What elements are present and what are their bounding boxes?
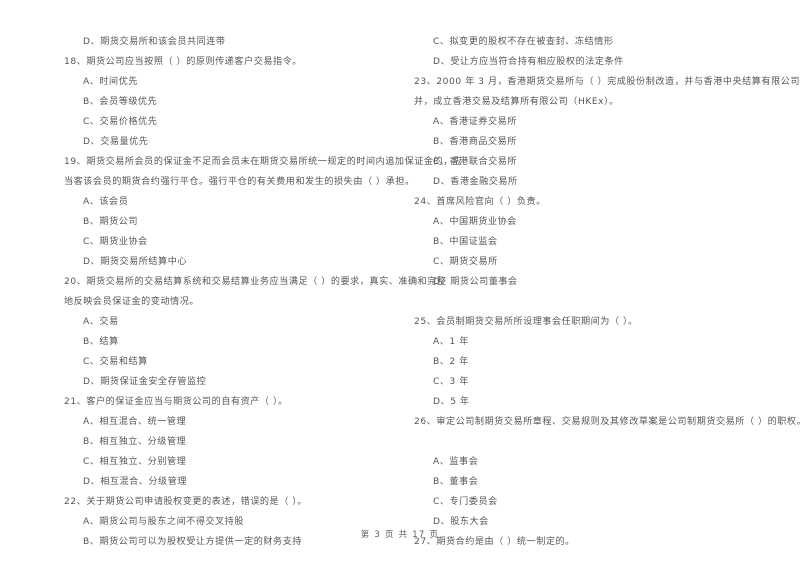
- answer-option: C、香港联合交易所: [433, 157, 518, 167]
- answer-option: A、相互混合、统一管理: [83, 417, 187, 427]
- answer-option: D、期货公司董事会: [433, 277, 518, 287]
- answer-option: A、时间优先: [83, 77, 138, 87]
- question-stem-continued: 当客该会员的期货合约强行平仓。强行平仓的有关费用和发生的损失由（ ）承担。: [64, 177, 415, 187]
- question-stem: 20、期货交易所的交易结算系统和交易结算业务应当满足（ ）的要求，真实、准确和完…: [64, 277, 447, 287]
- answer-option: D、5 年: [433, 397, 470, 407]
- question-stem: 26、审定公司制期货交易所章程、交易规则及其修改草案是公司制期货交易所（ ）的职…: [414, 417, 800, 427]
- answer-option: A、交易: [83, 317, 119, 327]
- answer-option: D、期货保证金安全存管监控: [83, 377, 207, 387]
- answer-option: B、香港商品交易所: [433, 137, 517, 147]
- answer-option: D、期货交易所结算中心: [83, 257, 187, 267]
- answer-option: B、会员等级优先: [83, 97, 158, 107]
- left-column: D、期货交易所和该会员共同连带 18、期货公司应当按照（ ）的原则传递客户交易指令…: [0, 32, 462, 547]
- question-stem: 18、期货公司应当按照（ ）的原则传递客户交易指令。: [64, 57, 302, 67]
- answer-option: A、该会员: [83, 197, 129, 207]
- answer-option: A、监事会: [433, 457, 479, 467]
- two-column-body: D、期货交易所和该会员共同连带 18、期货公司应当按照（ ）的原则传递客户交易指令…: [0, 32, 800, 547]
- question-stem-continued: 并，成立香港交易及结算所有限公司（HKEx）。: [414, 97, 619, 107]
- right-column: C、拟变更的股权不存在被查封、冻结情形 D、受让方应当符合持有相应股权的法定条件 2…: [400, 32, 800, 547]
- answer-option: D、交易量优先: [83, 137, 149, 147]
- page-footer: 第 3 页 共 17 页: [360, 529, 440, 539]
- answer-option: B、结算: [83, 337, 119, 347]
- question-stem: 23、2000 年 3 月，香港期货交易所与（ ）完成股份制改造，并与香港中央结…: [414, 77, 800, 87]
- answer-option: B、期货公司: [83, 217, 139, 227]
- answer-option: C、专门委员会: [433, 497, 498, 507]
- question-stem: 19、期货交易所会员的保证金不足而会员未在期货交易所统一规定的时间内追加保证金的…: [64, 157, 463, 167]
- question-stem-continued: 地反映会员保证金的变动情况。: [64, 297, 200, 307]
- answer-option: C、相互独立、分别管理: [83, 457, 187, 467]
- answer-option: B、董事会: [433, 477, 479, 487]
- answer-option: A、香港证券交易所: [433, 117, 517, 127]
- answer-option: D、受让方应当符合持有相应股权的法定条件: [433, 57, 624, 67]
- answer-option: B、相互独立、分级管理: [83, 437, 187, 447]
- answer-option: C、交易和结算: [83, 357, 148, 367]
- answer-option: A、中国期货业协会: [433, 217, 517, 227]
- document-page: D、期货交易所和该会员共同连带 18、期货公司应当按照（ ）的原则传递客户交易指令…: [0, 0, 800, 565]
- question-stem: 25、会员制期货交易所所设理事会任职期间为（ ）。: [414, 317, 638, 327]
- answer-option: C、期货业协会: [83, 237, 148, 247]
- answer-option: C、交易价格优先: [83, 117, 158, 127]
- left-column-lines: D、期货交易所和该会员共同连带 18、期货公司应当按照（ ）的原则传递客户交易指令…: [64, 32, 463, 552]
- answer-option: D、期货交易所和该会员共同连带: [83, 37, 226, 47]
- answer-option: B、2 年: [433, 357, 469, 367]
- answer-option: C、期货交易所: [433, 257, 498, 267]
- answer-option: C、3 年: [433, 377, 469, 387]
- answer-option: A、1 年: [433, 337, 469, 347]
- answer-option: D、香港金融交易所: [433, 177, 518, 187]
- right-column-lines: C、拟变更的股权不存在被查封、冻结情形 D、受让方应当符合持有相应股权的法定条件 2…: [414, 32, 800, 552]
- answer-option: B、中国证监会: [433, 237, 498, 247]
- question-stem: 22、关于期货公司申请股权变更的表述，错误的是（ ）。: [64, 497, 308, 507]
- answer-option: C、拟变更的股权不存在被查封、冻结情形: [433, 37, 614, 47]
- answer-option: D、相互混合、分级管理: [83, 477, 187, 487]
- question-stem: 24、首席风险官向（ ）负责。: [414, 197, 546, 207]
- question-stem: 21、客户的保证金应当与期货公司的自有资产（ ）。: [64, 397, 288, 407]
